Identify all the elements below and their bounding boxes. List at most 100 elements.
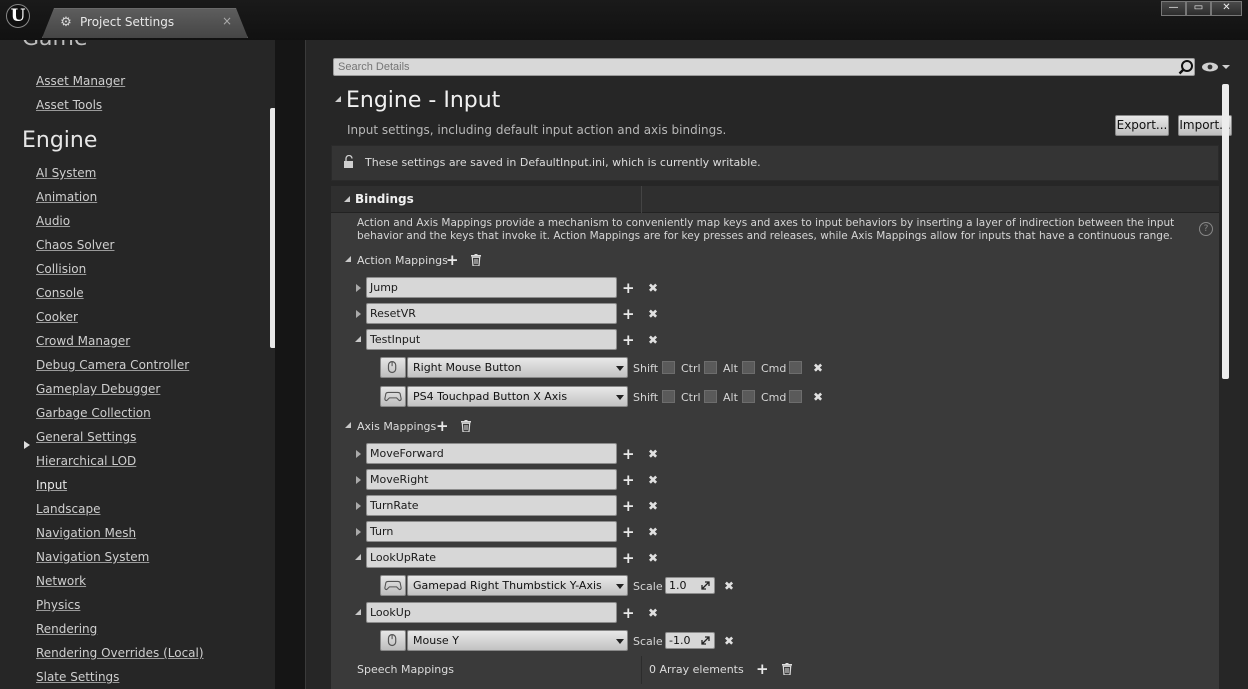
sidebar-item-gameplay-debugger[interactable]: Gameplay Debugger: [36, 382, 160, 396]
clear-axis-mappings-trash-icon[interactable]: [461, 420, 471, 432]
sidebar-item-audio[interactable]: Audio: [36, 214, 70, 228]
axis-name-field[interactable]: MoveForward: [366, 443, 617, 464]
sidebar-item-general-settings[interactable]: General Settings: [36, 430, 136, 444]
sidebar-item-cooker[interactable]: Cooker: [36, 310, 78, 324]
sidebar-item-navigation-system[interactable]: Navigation System: [36, 550, 149, 564]
add-key-plus-icon[interactable]: +: [622, 447, 635, 462]
remove-mapping-x-icon[interactable]: ✖: [647, 552, 659, 564]
collapse-lookup-arrow-icon[interactable]: [355, 609, 361, 615]
alt-checkbox[interactable]: [742, 361, 755, 374]
collapse-lookuprate-arrow-icon[interactable]: [355, 554, 361, 560]
add-key-plus-icon[interactable]: +: [622, 525, 635, 540]
add-axis-mapping-plus-icon[interactable]: +: [436, 419, 449, 434]
sidebar-item-hierarchical-lod[interactable]: Hierarchical LOD: [36, 454, 136, 468]
shift-checkbox[interactable]: [662, 390, 675, 403]
sidebar-item-asset-manager[interactable]: Asset Manager: [36, 74, 125, 88]
expand-jump-arrow-icon[interactable]: [356, 284, 362, 292]
remove-key-x-icon[interactable]: ✖: [812, 362, 824, 374]
ctrl-checkbox[interactable]: [704, 361, 717, 374]
sidebar-item-ai-system[interactable]: AI System: [36, 166, 96, 180]
sidebar-item-collision[interactable]: Collision: [36, 262, 86, 276]
add-action-mapping-plus-icon[interactable]: +: [446, 253, 459, 268]
sidebar-item-landscape[interactable]: Landscape: [36, 502, 100, 516]
sidebar-item-garbage-collection[interactable]: Garbage Collection: [36, 406, 151, 420]
sidebar-item-console[interactable]: Console: [36, 286, 84, 300]
bindings-header[interactable]: [331, 186, 1219, 213]
tab-close-icon[interactable]: ×: [222, 14, 232, 28]
expand-turnrate-arrow-icon[interactable]: [356, 502, 362, 510]
remove-key-x-icon[interactable]: ✖: [812, 391, 824, 403]
sidebar-item-rendering[interactable]: Rendering: [36, 622, 97, 636]
axis-mappings-arrow-icon[interactable]: [345, 422, 351, 428]
expand-moveright-arrow-icon[interactable]: [356, 476, 362, 484]
ctrl-checkbox[interactable]: [704, 390, 717, 403]
remove-mapping-x-icon[interactable]: ✖: [647, 474, 659, 486]
sidebar-item-input[interactable]: Input: [36, 478, 67, 492]
clear-action-mappings-trash-icon[interactable]: [471, 254, 481, 266]
shift-checkbox[interactable]: [662, 361, 675, 374]
export-button[interactable]: Export...: [1115, 115, 1169, 136]
eye-visibility-icon[interactable]: [1201, 61, 1231, 73]
expand-resetvr-arrow-icon[interactable]: [356, 310, 362, 318]
help-icon[interactable]: ?: [1199, 222, 1213, 236]
bindings-collapse-arrow-icon[interactable]: [344, 196, 350, 202]
collapse-arrow-icon[interactable]: [335, 96, 341, 102]
sidebar-item-physics[interactable]: Physics: [36, 598, 80, 612]
collapse-testinput-arrow-icon[interactable]: [355, 336, 361, 342]
sidebar-item-network[interactable]: Network: [36, 574, 86, 588]
axis-name-field[interactable]: Turn: [366, 521, 617, 542]
sidebar-item-chaos-solver[interactable]: Chaos Solver: [36, 238, 114, 252]
add-key-plus-icon[interactable]: +: [622, 281, 635, 296]
action-name-field[interactable]: ResetVR: [366, 303, 617, 324]
axis-name-field[interactable]: LookUpRate: [366, 547, 617, 568]
remove-mapping-x-icon[interactable]: ✖: [647, 282, 659, 294]
add-key-plus-icon[interactable]: +: [622, 606, 635, 621]
resize-arrows-icon[interactable]: [701, 581, 710, 590]
maximize-button[interactable]: ▭: [1186, 1, 1211, 16]
sidebar-item-asset-tools[interactable]: Asset Tools: [36, 98, 102, 112]
remove-key-x-icon[interactable]: ✖: [723, 580, 735, 592]
key-picker-button[interactable]: [380, 386, 406, 407]
resize-arrows-icon[interactable]: [701, 636, 710, 645]
remove-mapping-x-icon[interactable]: ✖: [647, 308, 659, 320]
add-key-plus-icon[interactable]: +: [622, 333, 635, 348]
key-picker-button[interactable]: [380, 357, 406, 378]
alt-checkbox[interactable]: [742, 390, 755, 403]
search-details-input[interactable]: [333, 58, 1195, 76]
minimize-button[interactable]: —: [1161, 1, 1186, 16]
key-select-dropdown[interactable]: Mouse Y: [407, 630, 628, 651]
cmd-checkbox[interactable]: [789, 390, 802, 403]
axis-name-field[interactable]: LookUp: [366, 602, 617, 623]
key-select-dropdown[interactable]: Right Mouse Button: [407, 357, 628, 378]
sidebar-item-crowd-manager[interactable]: Crowd Manager: [36, 334, 130, 348]
key-select-dropdown[interactable]: Gamepad Right Thumbstick Y-Axis: [407, 575, 628, 596]
key-picker-button[interactable]: [380, 575, 406, 596]
cmd-checkbox[interactable]: [789, 361, 802, 374]
close-window-button[interactable]: ✕: [1211, 1, 1242, 16]
sidebar-item-slate-settings[interactable]: Slate Settings: [36, 670, 119, 684]
add-key-plus-icon[interactable]: +: [622, 499, 635, 514]
expand-turn-arrow-icon[interactable]: [356, 528, 362, 536]
add-key-plus-icon[interactable]: +: [622, 551, 635, 566]
sidebar-item-animation[interactable]: Animation: [36, 190, 97, 204]
remove-mapping-x-icon[interactable]: ✖: [647, 526, 659, 538]
key-select-dropdown[interactable]: PS4 Touchpad Button X Axis: [407, 386, 628, 407]
search-icon[interactable]: [1178, 59, 1194, 75]
sidebar-item-navigation-mesh[interactable]: Navigation Mesh: [36, 526, 136, 540]
sidebar-item-debug-camera-controller[interactable]: Debug Camera Controller: [36, 358, 189, 372]
axis-name-field[interactable]: MoveRight: [366, 469, 617, 490]
remove-mapping-x-icon[interactable]: ✖: [647, 334, 659, 346]
expand-moveforward-arrow-icon[interactable]: [356, 450, 362, 458]
remove-mapping-x-icon[interactable]: ✖: [647, 500, 659, 512]
action-name-field[interactable]: TestInput: [366, 329, 617, 350]
remove-mapping-x-icon[interactable]: ✖: [647, 607, 659, 619]
remove-mapping-x-icon[interactable]: ✖: [647, 448, 659, 460]
details-scrollbar[interactable]: [1222, 84, 1229, 379]
key-picker-button[interactable]: [380, 630, 406, 651]
axis-name-field[interactable]: TurnRate: [366, 495, 617, 516]
sidebar-item-rendering-overrides-local[interactable]: Rendering Overrides (Local): [36, 646, 204, 660]
remove-key-x-icon[interactable]: ✖: [723, 635, 735, 647]
add-key-plus-icon[interactable]: +: [622, 473, 635, 488]
add-speech-mapping-plus-icon[interactable]: +: [756, 662, 769, 677]
clear-speech-mappings-trash-icon[interactable]: [782, 663, 792, 675]
